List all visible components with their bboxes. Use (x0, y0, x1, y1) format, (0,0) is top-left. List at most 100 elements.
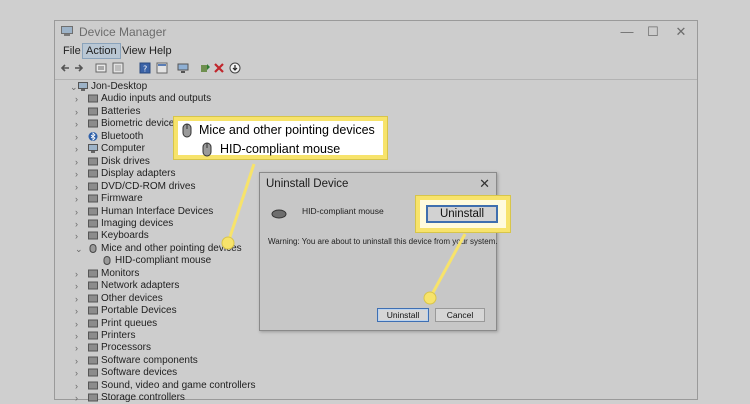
chevron-right-icon[interactable]: › (75, 118, 83, 130)
chevron-right-icon[interactable]: › (75, 342, 83, 354)
maximize-button[interactable]: ☐ (641, 23, 665, 41)
chevron-right-icon[interactable]: › (75, 305, 83, 317)
mouse-icon (89, 243, 97, 253)
biometric-icon (88, 119, 98, 128)
back-arrow-icon[interactable] (59, 62, 71, 74)
chevron-right-icon[interactable]: › (75, 355, 83, 367)
tree-item-label: Biometric devices (101, 118, 180, 130)
other-device-icon (88, 294, 98, 303)
menu-view[interactable]: View (119, 43, 149, 59)
menu-bar: File Action View Help (55, 43, 697, 59)
scan-download-icon[interactable] (229, 62, 241, 74)
display-icon (88, 169, 98, 178)
chevron-down-icon[interactable]: ⌄ (70, 81, 78, 93)
chevron-right-icon[interactable]: › (75, 268, 83, 280)
tree-root-label: Jon-Desktop (91, 81, 148, 92)
tree-item-label: Storage controllers (101, 392, 185, 404)
uninstall-zoom-callout: Uninstall (416, 196, 510, 232)
title-bar: Device Manager — ☐ ✕ (55, 21, 697, 43)
chevron-right-icon[interactable]: › (75, 106, 83, 118)
computer-icon (88, 144, 98, 154)
forward-arrow-icon[interactable] (73, 62, 85, 74)
software-icon (88, 368, 98, 377)
chevron-right-icon[interactable]: › (75, 293, 83, 305)
portable-device-icon (88, 306, 98, 315)
chevron-right-icon[interactable]: › (75, 93, 83, 105)
uninstall-button[interactable]: Uninstall (377, 308, 429, 322)
toolbar: ? (55, 59, 697, 80)
properties-icon[interactable] (95, 62, 107, 74)
printer-icon (88, 319, 98, 328)
menu-action[interactable]: Action (82, 43, 121, 59)
callout-device-label: HID-compliant mouse (220, 142, 341, 156)
chevron-right-icon[interactable]: › (75, 206, 83, 218)
tree-item-label: Processors (101, 342, 152, 354)
tree-item-label: Bluetooth (101, 130, 144, 142)
chevron-down-icon[interactable]: ⌄ (75, 243, 83, 255)
tree-item-label: Mice and other pointing devices (101, 242, 242, 254)
computer-icon (78, 82, 88, 91)
device-manager-icon (61, 26, 73, 36)
printer-icon (88, 331, 98, 340)
chevron-right-icon[interactable]: › (75, 218, 83, 230)
view-icon[interactable] (156, 62, 168, 74)
tree-item-label: HID-compliant mouse (115, 255, 212, 267)
show-hidden-icon[interactable] (112, 62, 124, 74)
dialog-device-name: HID-compliant mouse (302, 206, 384, 216)
update-driver-icon[interactable] (199, 62, 211, 74)
processor-icon (88, 343, 98, 352)
tree-item-label: Display adapters (101, 168, 176, 180)
uninstall-x-icon[interactable] (213, 62, 225, 74)
tree-item-label: Audio inputs and outputs (101, 93, 212, 105)
chevron-right-icon[interactable]: › (75, 143, 83, 155)
mouse-icon (202, 142, 212, 157)
tree-item-label: Portable Devices (101, 305, 177, 317)
hid-icon (88, 207, 98, 215)
chevron-right-icon[interactable]: › (75, 380, 83, 392)
chevron-right-icon[interactable]: › (75, 181, 83, 193)
tree-item-label: Keyboards (101, 230, 149, 242)
cancel-button[interactable]: Cancel (435, 308, 485, 322)
monitor-icon (88, 269, 98, 278)
camera-icon (88, 219, 98, 228)
chevron-right-icon[interactable]: › (75, 330, 83, 342)
dvd-icon (88, 182, 98, 191)
chevron-right-icon[interactable]: › (75, 156, 83, 168)
chevron-right-icon[interactable]: › (75, 392, 83, 404)
tree-item-label: Computer (101, 143, 145, 155)
mouse-icon (103, 256, 111, 266)
callout-category-label: Mice and other pointing devices (199, 123, 375, 137)
tree-item-label: Firmware (101, 193, 143, 205)
chevron-right-icon[interactable]: › (75, 168, 83, 180)
tree-item-label: Other devices (101, 292, 163, 304)
speaker-icon (88, 94, 98, 103)
monitor-icon[interactable] (177, 62, 189, 74)
tree-item-label: DVD/CD-ROM drives (101, 180, 196, 192)
chevron-right-icon[interactable]: › (75, 280, 83, 292)
help-icon[interactable]: ? (139, 62, 151, 74)
dialog-close-button[interactable]: ✕ (479, 176, 490, 192)
battery-icon (88, 107, 98, 116)
dialog-title: Uninstall Device (266, 178, 349, 190)
software-icon (88, 356, 98, 365)
category-zoom-callout: Mice and other pointing devices HID-comp… (174, 117, 387, 159)
chevron-right-icon[interactable]: › (75, 131, 83, 143)
chevron-right-icon[interactable]: › (75, 367, 83, 379)
menu-file[interactable]: File (60, 43, 84, 59)
chevron-right-icon[interactable]: › (75, 318, 83, 330)
tree-item-label: Imaging devices (101, 217, 174, 229)
zoomed-uninstall-button[interactable]: Uninstall (426, 205, 498, 223)
chevron-right-icon[interactable]: › (75, 193, 83, 205)
disk-icon (88, 157, 98, 166)
minimize-button[interactable]: — (615, 23, 639, 41)
tree-item-label: Batteries (101, 105, 141, 117)
svg-text:?: ? (143, 65, 147, 74)
mouse-device-icon (271, 209, 287, 219)
close-button[interactable]: ✕ (669, 23, 693, 41)
chevron-right-icon[interactable]: › (75, 230, 83, 242)
tree-item-label: Monitors (101, 267, 140, 279)
speaker-icon (88, 381, 98, 390)
dialog-warning-text: Warning: You are about to uninstall this… (268, 237, 498, 246)
tree-item-label: Software devices (101, 367, 178, 379)
menu-help[interactable]: Help (146, 43, 175, 59)
